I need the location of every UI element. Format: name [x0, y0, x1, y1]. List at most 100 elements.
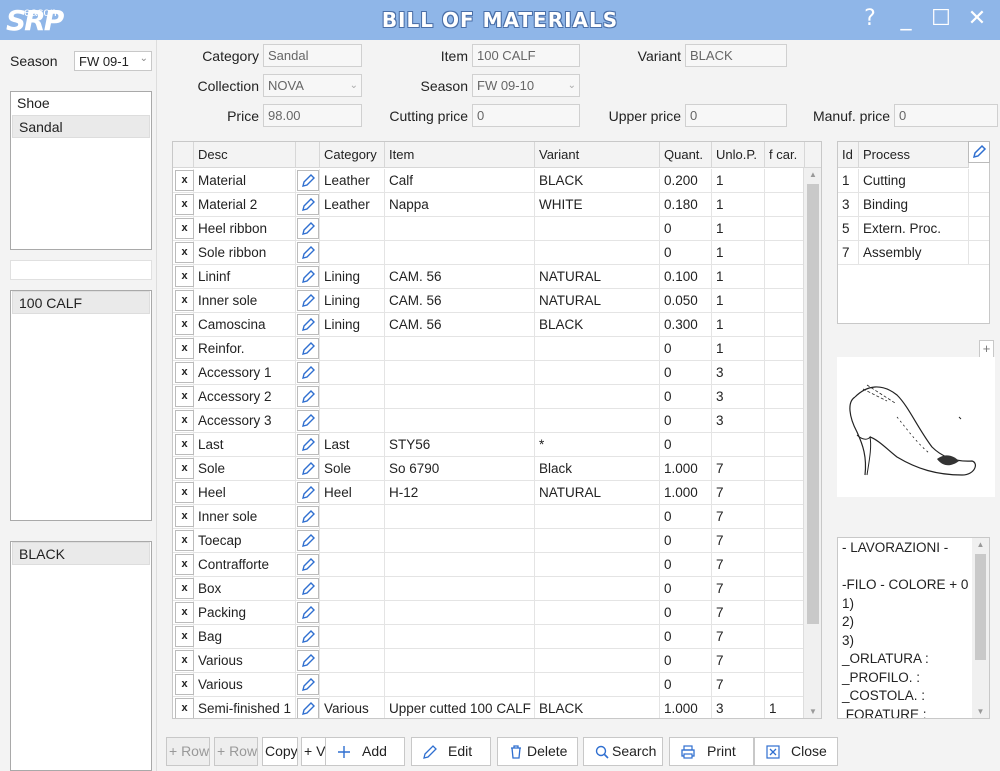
cell-unlo-p[interactable]: 1	[712, 265, 765, 289]
cell-variant[interactable]: *	[535, 433, 660, 457]
scroll-thumb[interactable]	[975, 554, 986, 660]
list-item-selected[interactable]: BLACK	[12, 542, 150, 565]
cell-category[interactable]: Heel	[320, 481, 385, 505]
cell-f-car[interactable]	[765, 337, 805, 361]
edit-row-button[interactable]	[297, 242, 319, 263]
cell-item[interactable]	[385, 649, 535, 673]
process-add-button[interactable]: +	[979, 340, 994, 358]
cell-quantity[interactable]: 0	[660, 241, 712, 265]
variant-list[interactable]: BLACK	[10, 541, 152, 771]
cell-id[interactable]: 3	[838, 193, 859, 217]
cell-f-car[interactable]	[765, 577, 805, 601]
table-row[interactable]: x Box 0 7	[173, 577, 805, 601]
cell-item[interactable]	[385, 625, 535, 649]
table-row[interactable]: x Last Last STY56 * 0	[173, 433, 805, 457]
delete-row-button[interactable]: x	[175, 554, 194, 575]
cell-item[interactable]: H-12	[385, 481, 535, 505]
cell-variant[interactable]	[535, 217, 660, 241]
table-row[interactable]: x Sole Sole So 6790 Black 1.000 7	[173, 457, 805, 481]
cell-variant[interactable]	[535, 337, 660, 361]
delete-row-button[interactable]: x	[175, 266, 194, 287]
edit-button[interactable]: Edit	[411, 737, 491, 766]
process-row[interactable]: 7 Assembly	[838, 241, 989, 265]
edit-row-button[interactable]	[297, 290, 319, 311]
edit-row-button[interactable]	[297, 530, 319, 551]
scroll-up-icon[interactable]: ▲	[804, 170, 821, 179]
cell-id[interactable]: 7	[838, 241, 859, 265]
table-row[interactable]: x Accessory 3 03	[173, 409, 805, 433]
cell-category[interactable]	[320, 217, 385, 241]
cell-category[interactable]	[320, 385, 385, 409]
cell-quantity[interactable]: 0	[660, 409, 712, 433]
column-header-f-car[interactable]: f car.	[765, 142, 805, 168]
cell-variant[interactable]: WHITE	[535, 193, 660, 217]
edit-row-button[interactable]	[297, 218, 319, 239]
cell-process[interactable]: Extern. Proc.	[859, 217, 969, 241]
cell-quantity[interactable]: 0	[660, 601, 712, 625]
cell-desc[interactable]: Heel ribbon	[194, 217, 296, 241]
list-item-selected[interactable]: 100 CALF	[12, 291, 150, 314]
cell-category[interactable]: Sole	[320, 457, 385, 481]
delete-row-button[interactable]: x	[175, 386, 194, 407]
table-row[interactable]: x Packing 0 7	[173, 601, 805, 625]
cell-category[interactable]: Leather	[320, 193, 385, 217]
cell-desc[interactable]: Sole ribbon	[194, 241, 296, 265]
cell-category[interactable]	[320, 577, 385, 601]
cell-category[interactable]: Last	[320, 433, 385, 457]
delete-row-button[interactable]: x	[175, 530, 194, 551]
cell-variant[interactable]	[535, 577, 660, 601]
table-row[interactable]: x Heel Heel H-12 NATURAL 1.000 7	[173, 481, 805, 505]
cell-f-car[interactable]	[765, 625, 805, 649]
help-button[interactable]: ?	[855, 4, 885, 34]
delete-row-button[interactable]: x	[175, 242, 194, 263]
scroll-thumb[interactable]	[807, 184, 819, 624]
cell-variant[interactable]	[535, 409, 660, 433]
delete-button[interactable]: Delete	[497, 737, 578, 766]
cutting-price-field[interactable]: 0	[472, 104, 580, 127]
cell-desc[interactable]: Lininf	[194, 265, 296, 289]
cell-unlo-p[interactable]: 1	[712, 313, 765, 337]
edit-row-button[interactable]	[297, 410, 319, 431]
delete-row-button[interactable]: x	[175, 362, 194, 383]
cell-f-car[interactable]	[765, 433, 805, 457]
close-window-button[interactable]: ✕	[962, 4, 992, 34]
edit-row-button[interactable]	[297, 458, 319, 479]
cell-item[interactable]	[385, 505, 535, 529]
cell-item[interactable]	[385, 577, 535, 601]
cell-f-car[interactable]	[765, 313, 805, 337]
edit-row-button[interactable]	[297, 362, 319, 383]
table-row[interactable]: x Material Leather Calf BLACK 0.200 1	[173, 169, 805, 193]
edit-row-button[interactable]	[297, 626, 319, 647]
cell-unlo-p[interactable]: 7	[712, 529, 765, 553]
cell-quantity[interactable]: 0	[660, 529, 712, 553]
cell-unlo-p[interactable]: 1	[712, 289, 765, 313]
edit-row-button[interactable]	[297, 170, 319, 191]
cell-category[interactable]	[320, 553, 385, 577]
cell-desc[interactable]: Toecap	[194, 529, 296, 553]
table-row[interactable]: x Sole ribbon 0 1	[173, 241, 805, 265]
minimize-button[interactable]: _	[891, 4, 921, 34]
cell-variant[interactable]	[535, 529, 660, 553]
cell-quantity[interactable]: 0	[660, 385, 712, 409]
cell-id[interactable]: 1	[838, 169, 859, 193]
cell-variant[interactable]	[535, 625, 660, 649]
cell-desc[interactable]: Various	[194, 649, 296, 673]
cell-variant[interactable]	[535, 553, 660, 577]
cell-desc[interactable]: Heel	[194, 481, 296, 505]
cell-item[interactable]	[385, 529, 535, 553]
table-row[interactable]: x Inner sole Lining CAM. 56 NATURAL 0.050 1	[173, 289, 805, 313]
cell-item[interactable]: So 6790	[385, 457, 535, 481]
close-button[interactable]: Close	[754, 737, 838, 766]
cell-f-car[interactable]	[765, 409, 805, 433]
delete-row-button[interactable]: x	[175, 434, 194, 455]
cell-item[interactable]	[385, 601, 535, 625]
table-row[interactable]: x Accessory 1 03	[173, 361, 805, 385]
cell-item[interactable]	[385, 553, 535, 577]
cell-f-car[interactable]	[765, 361, 805, 385]
edit-row-button[interactable]	[297, 386, 319, 407]
cell-f-car[interactable]	[765, 601, 805, 625]
delete-row-button[interactable]: x	[175, 290, 194, 311]
cell-unlo-p[interactable]: 7	[712, 481, 765, 505]
cell-unlo-p[interactable]: 3	[712, 409, 765, 433]
cell-unlo-p[interactable]: 1	[712, 337, 765, 361]
